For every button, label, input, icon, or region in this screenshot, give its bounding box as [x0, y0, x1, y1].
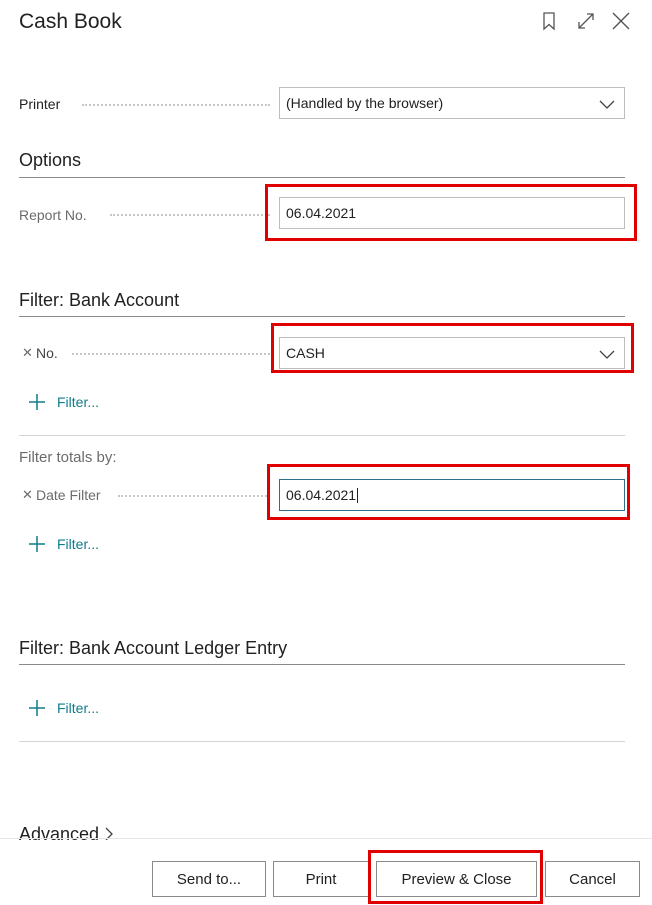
- expand-icon[interactable]: [575, 10, 597, 32]
- filter-totals-heading: Filter totals by:: [19, 449, 117, 466]
- send-to-button[interactable]: Send to...: [152, 861, 266, 897]
- filter-bank-account-divider: [19, 316, 625, 317]
- report-no-leader-dots: [110, 214, 270, 216]
- no-label: No.: [36, 345, 58, 361]
- report-no-label: Report No.: [19, 207, 87, 223]
- options-divider: [19, 177, 625, 178]
- date-filter-input[interactable]: 06.04.2021: [279, 479, 625, 511]
- add-filter-label: Filter...: [57, 536, 100, 552]
- preview-close-button[interactable]: Preview & Close: [376, 861, 537, 897]
- plus-icon: [29, 700, 45, 716]
- date-filter-value: 06.04.2021: [286, 487, 357, 503]
- add-filter-label: Filter...: [57, 394, 100, 410]
- text-caret: [357, 487, 359, 503]
- options-heading: Options: [19, 150, 82, 170]
- printer-leader-dots: [82, 104, 270, 106]
- dialog-title: Cash Book: [19, 10, 122, 33]
- filter-ledger-divider: [19, 664, 625, 665]
- footer-divider: [0, 838, 652, 839]
- add-filter-totals[interactable]: Filter...: [27, 534, 99, 554]
- add-filter-bank-account[interactable]: Filter...: [27, 392, 99, 412]
- printer-label: Printer: [19, 96, 61, 112]
- report-no-input[interactable]: 06.04.2021: [279, 197, 625, 229]
- no-select-value: CASH: [286, 345, 325, 361]
- remove-no-filter-icon[interactable]: ✕: [22, 345, 33, 361]
- printer-select-value: (Handled by the browser): [286, 95, 444, 111]
- cancel-button[interactable]: Cancel: [545, 861, 640, 897]
- filter-totals-divider: [19, 435, 625, 436]
- filter-ledger-heading: Filter: Bank Account Ledger Entry: [19, 638, 288, 658]
- add-filter-label: Filter...: [57, 700, 100, 716]
- close-icon[interactable]: [610, 10, 632, 32]
- date-filter-leader-dots: [118, 495, 270, 497]
- plus-icon: [29, 394, 45, 410]
- add-filter-ledger[interactable]: Filter...: [27, 698, 99, 718]
- remove-date-filter-icon[interactable]: ✕: [22, 487, 33, 503]
- chevron-down-icon: [599, 100, 615, 109]
- no-leader-dots: [72, 353, 270, 355]
- chevron-down-icon: [599, 350, 615, 359]
- plus-icon: [29, 536, 45, 552]
- printer-select[interactable]: (Handled by the browser): [279, 87, 625, 119]
- filter-ledger-bottom-divider: [19, 741, 625, 742]
- date-filter-label: Date Filter: [36, 487, 101, 503]
- filter-bank-account-heading: Filter: Bank Account: [19, 290, 180, 310]
- print-button[interactable]: Print: [273, 861, 369, 897]
- report-no-value: 06.04.2021: [286, 205, 357, 221]
- no-select[interactable]: CASH: [279, 337, 625, 369]
- bookmark-icon[interactable]: [538, 10, 560, 32]
